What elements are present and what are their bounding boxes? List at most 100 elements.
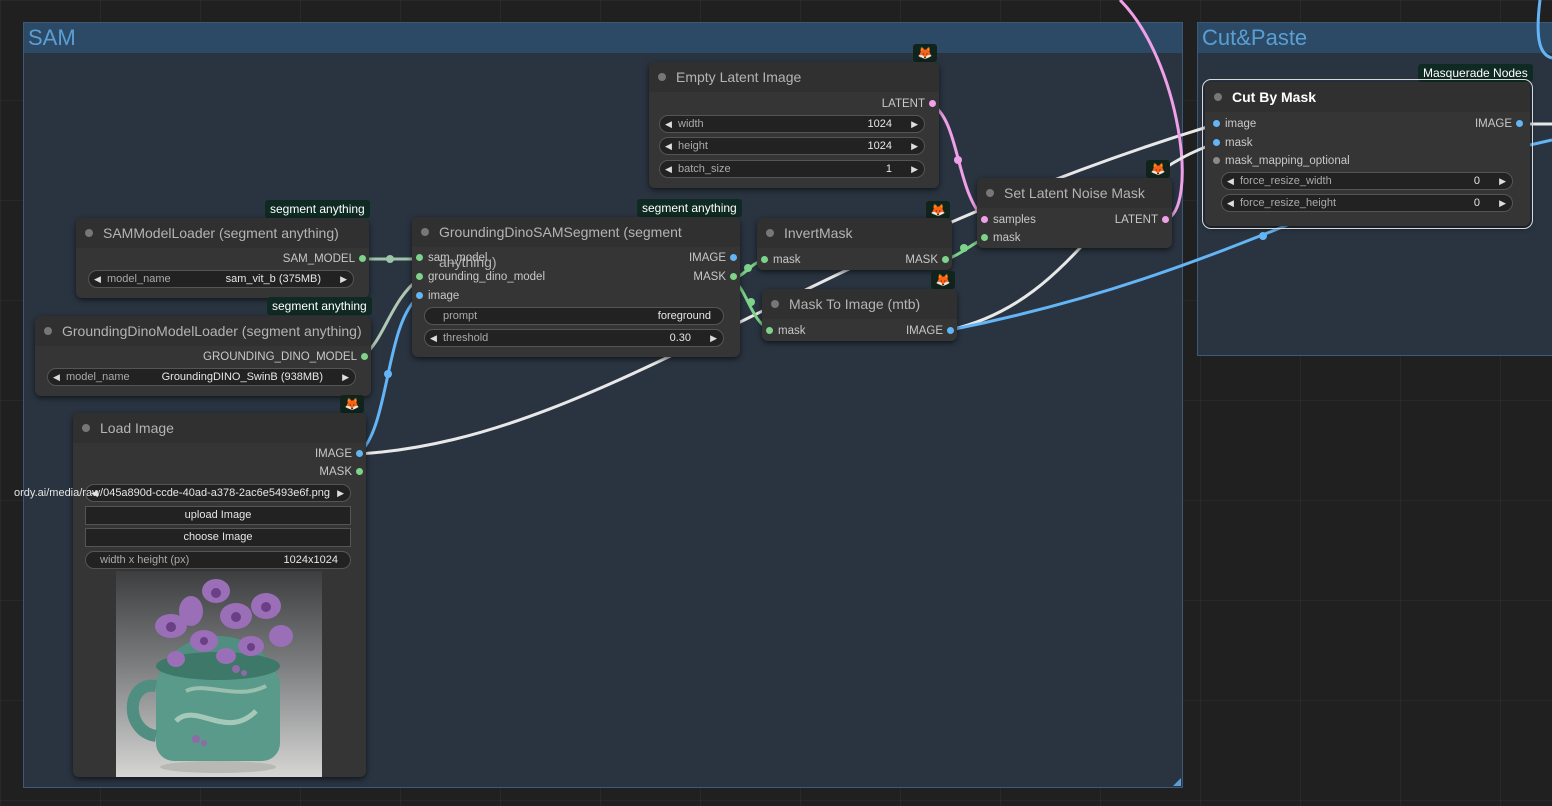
port-dot-icon[interactable] xyxy=(416,273,423,280)
group-resize-handle[interactable] xyxy=(1173,778,1181,786)
output-image[interactable]: IMAGE xyxy=(315,445,366,463)
widget-image-file[interactable]: ◀ ordy.ai/media/raw/045a890d-ccde-40ad-a… xyxy=(14,484,351,502)
increment-arrow-icon[interactable]: ▶ xyxy=(340,271,347,287)
collapse-dot-icon[interactable] xyxy=(44,327,52,335)
node-grounding-dino-model-loader[interactable]: GroundingDinoModelLoader (segment anythi… xyxy=(35,316,371,396)
output-image[interactable]: IMAGE xyxy=(689,249,740,267)
port-dot-icon[interactable] xyxy=(929,100,936,107)
port-dot-icon[interactable] xyxy=(1213,120,1220,127)
input-image[interactable]: image xyxy=(1209,115,1256,133)
node-load-image[interactable]: Load Image IMAGE MASK ◀ ordy.ai/media/ra… xyxy=(14,413,366,777)
port-dot-icon[interactable] xyxy=(416,254,423,261)
node-title[interactable]: InvertMask xyxy=(757,218,952,248)
port-dot-icon[interactable] xyxy=(1213,157,1220,164)
port-dot-icon[interactable] xyxy=(356,468,363,475)
node-invert-mask[interactable]: InvertMask mask MASK xyxy=(757,218,952,270)
port-dot-icon[interactable] xyxy=(981,216,988,223)
port-dot-icon[interactable] xyxy=(761,256,768,263)
port-dot-icon[interactable] xyxy=(1162,216,1169,223)
node-title[interactable]: Set Latent Noise Mask xyxy=(977,178,1172,208)
port-dot-icon[interactable] xyxy=(356,450,363,457)
node-title[interactable]: Load Image xyxy=(73,413,366,443)
port-dot-icon[interactable] xyxy=(359,255,366,262)
port-dot-icon[interactable] xyxy=(981,234,988,241)
widget-prompt[interactable]: prompt foreground xyxy=(424,307,724,325)
increment-arrow-icon[interactable]: ▶ xyxy=(337,485,344,501)
output-grounding-dino-model[interactable]: GROUNDING_DINO_MODEL xyxy=(203,348,371,366)
choose-image-button[interactable]: choose Image xyxy=(85,528,351,547)
widget-size[interactable]: width x height (px) 1024x1024 xyxy=(85,551,351,569)
decrement-arrow-icon[interactable]: ◀ xyxy=(1227,195,1234,211)
node-title[interactable]: Mask To Image (mtb) xyxy=(762,289,957,319)
node-set-latent-noise-mask[interactable]: Set Latent Noise Mask samples mask LATEN… xyxy=(977,178,1172,248)
increment-arrow-icon[interactable]: ▶ xyxy=(342,369,349,385)
output-latent[interactable]: LATENT xyxy=(1115,211,1172,229)
port-dot-icon[interactable] xyxy=(1516,120,1523,127)
collapse-dot-icon[interactable] xyxy=(766,229,774,237)
decrement-arrow-icon[interactable]: ◀ xyxy=(665,116,672,132)
widget-batch-size[interactable]: ◀ batch_size 1 ▶ xyxy=(659,160,925,178)
input-mask[interactable]: mask xyxy=(762,322,805,340)
port-dot-icon[interactable] xyxy=(361,353,368,360)
widget-width[interactable]: ◀ width 1024 ▶ xyxy=(659,115,925,133)
upload-image-button[interactable]: upload Image xyxy=(85,506,351,525)
widget-threshold[interactable]: ◀ threshold 0.30 ▶ xyxy=(424,329,724,347)
increment-arrow-icon[interactable]: ▶ xyxy=(911,161,918,177)
output-sam-model[interactable]: SAM_MODEL xyxy=(283,250,369,268)
node-grounding-dino-sam-segment[interactable]: GroundingDinoSAMSegment (segment anythin… xyxy=(412,217,740,357)
port-dot-icon[interactable] xyxy=(730,273,737,280)
port-dot-icon[interactable] xyxy=(942,256,949,263)
port-dot-icon[interactable] xyxy=(1213,139,1220,146)
widget-force-resize-width[interactable]: ◀ force_resize_width 0 ▶ xyxy=(1221,172,1513,190)
output-image[interactable]: IMAGE xyxy=(906,322,957,340)
output-mask[interactable]: MASK xyxy=(693,268,740,286)
node-empty-latent-image[interactable]: Empty Latent Image LATENT ◀ width 1024 ▶ ◀ h… xyxy=(649,62,939,188)
decrement-arrow-icon[interactable]: ◀ xyxy=(94,271,101,287)
increment-arrow-icon[interactable]: ▶ xyxy=(911,116,918,132)
input-mask[interactable]: mask xyxy=(757,251,800,269)
input-sam-model[interactable]: sam_model xyxy=(412,249,487,267)
input-grounding-dino-model[interactable]: grounding_dino_model xyxy=(412,268,545,286)
collapse-dot-icon[interactable] xyxy=(771,300,779,308)
decrement-arrow-icon[interactable]: ◀ xyxy=(430,330,437,346)
decrement-arrow-icon[interactable]: ◀ xyxy=(665,161,672,177)
node-cut-by-mask[interactable]: Cut By Mask image mask mask_mapping_opti… xyxy=(1202,79,1533,229)
input-mask[interactable]: mask xyxy=(1209,134,1252,152)
collapse-dot-icon[interactable] xyxy=(986,189,994,197)
decrement-arrow-icon[interactable]: ◀ xyxy=(53,369,60,385)
node-title[interactable]: Cut By Mask xyxy=(1205,82,1530,112)
input-samples[interactable]: samples xyxy=(977,211,1036,229)
input-mask[interactable]: mask xyxy=(977,229,1020,247)
decrement-arrow-icon[interactable]: ◀ xyxy=(1227,173,1234,189)
decrement-arrow-icon[interactable]: ◀ xyxy=(665,138,672,154)
port-dot-icon[interactable] xyxy=(416,292,423,299)
collapse-dot-icon[interactable] xyxy=(658,73,666,81)
node-title[interactable]: Empty Latent Image xyxy=(649,62,939,92)
output-latent[interactable]: LATENT xyxy=(882,95,939,113)
node-title[interactable]: GroundingDinoModelLoader (segment anythi… xyxy=(35,316,371,346)
output-mask[interactable]: MASK xyxy=(905,251,952,269)
collapse-dot-icon[interactable] xyxy=(421,228,429,236)
collapse-dot-icon[interactable] xyxy=(1214,93,1222,101)
widget-model-name[interactable]: ◀ model_name sam_vit_b (375MB) ▶ xyxy=(88,270,354,288)
collapse-dot-icon[interactable] xyxy=(82,424,90,432)
port-dot-icon[interactable] xyxy=(766,327,773,334)
node-title[interactable]: GroundingDinoSAMSegment (segment anythin… xyxy=(412,217,740,270)
increment-arrow-icon[interactable]: ▶ xyxy=(710,330,717,346)
widget-height[interactable]: ◀ height 1024 ▶ xyxy=(659,137,925,155)
collapse-dot-icon[interactable] xyxy=(85,229,93,237)
port-dot-icon[interactable] xyxy=(730,254,737,261)
input-mask-mapping-optional[interactable]: mask_mapping_optional xyxy=(1209,152,1350,170)
output-image[interactable]: IMAGE xyxy=(1475,115,1526,133)
node-title[interactable]: SAMModelLoader (segment anything) xyxy=(76,218,369,248)
widget-model-name[interactable]: ◀ model_name GroundingDINO_SwinB (938MB) ▶ xyxy=(47,368,356,386)
port-dot-icon[interactable] xyxy=(947,327,954,334)
increment-arrow-icon[interactable]: ▶ xyxy=(911,138,918,154)
increment-arrow-icon[interactable]: ▶ xyxy=(1499,173,1506,189)
widget-force-resize-height[interactable]: ◀ force_resize_height 0 ▶ xyxy=(1221,194,1513,212)
output-mask[interactable]: MASK xyxy=(319,463,366,481)
node-mask-to-image[interactable]: Mask To Image (mtb) mask IMAGE xyxy=(762,289,957,341)
input-image[interactable]: image xyxy=(412,287,459,305)
increment-arrow-icon[interactable]: ▶ xyxy=(1499,195,1506,211)
node-sam-model-loader[interactable]: SAMModelLoader (segment anything) SAM_MO… xyxy=(76,218,369,298)
